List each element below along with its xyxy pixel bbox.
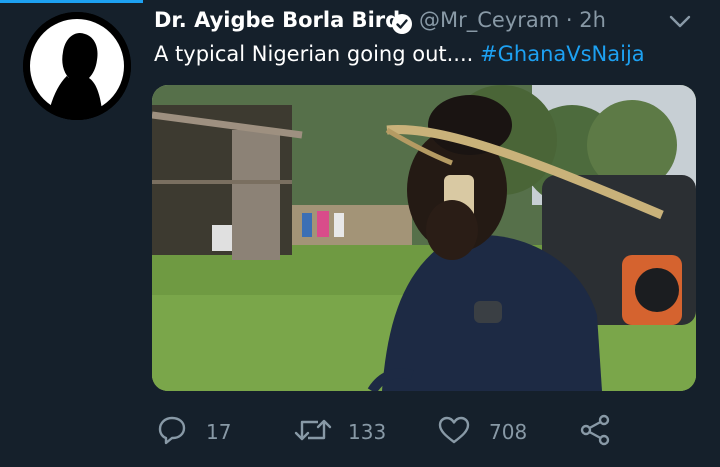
tweet-actions: 17 133 708 xyxy=(0,408,720,456)
heart-icon xyxy=(438,416,470,444)
share-icon xyxy=(580,414,610,446)
reply-count: 17 xyxy=(206,420,232,444)
retweet-button[interactable]: 133 xyxy=(293,408,393,456)
avatar[interactable] xyxy=(23,12,131,120)
tweet-header: Dr. Ayigbe Borla Bird @Mr_Ceyram · 2h xyxy=(154,8,704,38)
avatar-silhouette-image xyxy=(23,12,131,120)
like-count: 708 xyxy=(489,420,528,444)
reply-button[interactable]: 17 xyxy=(155,408,245,456)
photo-man-with-generator xyxy=(152,85,696,391)
retweet-icon xyxy=(294,419,332,441)
tweet-text: A typical Nigerian going out.... #GhanaV… xyxy=(154,42,645,66)
reply-icon xyxy=(158,416,186,445)
retweet-count: 133 xyxy=(348,420,387,444)
chevron-down-icon[interactable] xyxy=(668,12,692,32)
tweet-photo[interactable] xyxy=(152,85,696,391)
top-progress-line xyxy=(0,0,720,3)
verified-badge-icon xyxy=(391,13,413,35)
share-button[interactable] xyxy=(578,408,614,456)
hashtag-link[interactable]: #GhanaVsNaija xyxy=(480,42,645,66)
display-name[interactable]: Dr. Ayigbe Borla Bird xyxy=(154,8,400,32)
handle-and-time[interactable]: @Mr_Ceyram · 2h xyxy=(419,8,606,32)
tweet-body: A typical Nigerian going out.... xyxy=(154,42,481,66)
like-button[interactable]: 708 xyxy=(436,408,536,456)
